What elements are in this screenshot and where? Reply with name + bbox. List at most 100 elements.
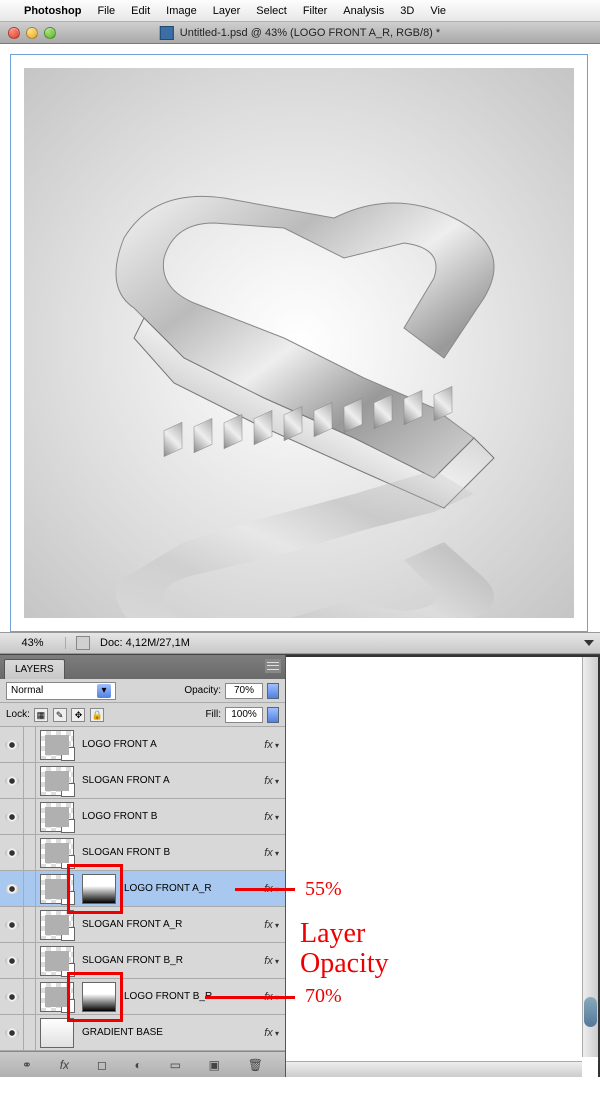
menu-analysis[interactable]: Analysis	[343, 5, 384, 17]
visibility-toggle[interactable]	[0, 799, 24, 834]
layer-thumb[interactable]	[40, 802, 74, 832]
menu-filter[interactable]: Filter	[303, 5, 327, 17]
visibility-toggle[interactable]	[0, 907, 24, 942]
layer-row[interactable]: LOGO FRONT A_Rfx	[0, 871, 285, 907]
layer-fx-indicator[interactable]: fx	[255, 1027, 285, 1039]
visibility-toggle[interactable]	[0, 763, 24, 798]
menu-image[interactable]: Image	[166, 5, 197, 17]
layer-fx-indicator[interactable]: fx	[255, 919, 285, 931]
eye-icon	[5, 884, 19, 894]
layer-name[interactable]: LOGO FRONT A_R	[120, 883, 255, 894]
layer-thumb[interactable]	[40, 910, 74, 940]
layer-name[interactable]: GRADIENT BASE	[78, 1027, 255, 1038]
opacity-slider-icon[interactable]	[267, 683, 279, 699]
menu-edit[interactable]: Edit	[131, 5, 150, 17]
status-menu-arrow-icon[interactable]	[584, 640, 594, 646]
vertical-scrollbar[interactable]	[582, 657, 598, 1057]
zoom-field[interactable]: 43%	[6, 637, 66, 649]
layer-thumb[interactable]	[40, 730, 74, 760]
visibility-toggle[interactable]	[0, 835, 24, 870]
visibility-toggle[interactable]	[0, 943, 24, 978]
layer-row[interactable]: SLOGAN FRONT Afx	[0, 763, 285, 799]
layer-thumb[interactable]	[40, 874, 74, 904]
layer-name[interactable]: LOGO FRONT A	[78, 739, 255, 750]
layer-name[interactable]: SLOGAN FRONT A_R	[78, 919, 255, 930]
delete-layer-icon[interactable]: 🗑	[248, 1058, 263, 1072]
visibility-toggle[interactable]	[0, 727, 24, 762]
layer-fx-indicator[interactable]: fx	[255, 955, 285, 967]
layer-thumb[interactable]	[40, 838, 74, 868]
layer-name[interactable]: LOGO FRONT B_R	[120, 991, 255, 1002]
layer-name[interactable]: SLOGAN FRONT B	[78, 847, 255, 858]
lock-position-icon[interactable]: ✥	[71, 708, 85, 722]
visibility-toggle[interactable]	[0, 871, 24, 906]
blend-mode-select[interactable]: Normal ▾	[6, 682, 116, 700]
layer-thumb[interactable]	[40, 982, 74, 1012]
lock-transparency-icon[interactable]: ▦	[34, 708, 48, 722]
new-group-icon[interactable]: ▭	[170, 1058, 181, 1072]
blend-row: Normal ▾ Opacity: 70%	[0, 679, 285, 703]
lock-all-icon[interactable]: 🔒	[90, 708, 104, 722]
layer-name[interactable]: SLOGAN FRONT A	[78, 775, 255, 786]
layer-thumb[interactable]	[40, 1018, 74, 1048]
layer-fx-indicator[interactable]: fx	[255, 775, 285, 787]
layer-row[interactable]: LOGO FRONT B_Rfx	[0, 979, 285, 1015]
menubar: Photoshop File Edit Image Layer Select F…	[0, 0, 600, 22]
link-column	[24, 799, 36, 834]
panel-tab-bar: LAYERS	[0, 655, 285, 679]
layer-thumb[interactable]	[40, 946, 74, 976]
canvas-area	[0, 44, 600, 632]
tab-layers[interactable]: LAYERS	[4, 659, 65, 679]
menu-file[interactable]: File	[97, 5, 115, 17]
eye-icon	[5, 740, 19, 750]
layer-style-icon[interactable]: fx	[60, 1058, 69, 1072]
layer-fx-indicator[interactable]: fx	[255, 991, 285, 1003]
layer-row[interactable]: SLOGAN FRONT B_Rfx	[0, 943, 285, 979]
app-menu[interactable]: Photoshop	[24, 5, 81, 17]
layer-row[interactable]: SLOGAN FRONT Bfx	[0, 835, 285, 871]
eye-icon	[5, 1028, 19, 1038]
horizontal-scrollbar[interactable]	[286, 1061, 582, 1077]
document-proxy-icon[interactable]	[160, 26, 174, 40]
layer-name[interactable]: SLOGAN FRONT B_R	[78, 955, 255, 966]
layer-row[interactable]: LOGO FRONT Bfx	[0, 799, 285, 835]
new-layer-icon[interactable]: ▣	[209, 1058, 220, 1072]
layer-row[interactable]: GRADIENT BASEfx	[0, 1015, 285, 1051]
layer-row[interactable]: SLOGAN FRONT A_Rfx	[0, 907, 285, 943]
link-column	[24, 835, 36, 870]
fill-slider-icon[interactable]	[267, 707, 279, 723]
link-layers-icon[interactable]: ⚭	[22, 1058, 32, 1072]
status-nav-icon[interactable]	[76, 636, 90, 650]
layer-fx-indicator[interactable]: fx	[255, 847, 285, 859]
scrollbar-thumb[interactable]	[584, 997, 597, 1027]
visibility-toggle[interactable]	[0, 979, 24, 1014]
layer-fx-indicator[interactable]: fx	[255, 883, 285, 895]
artwork-svg	[24, 68, 574, 618]
panel-menu-icon[interactable]	[265, 659, 281, 673]
document-canvas[interactable]	[10, 54, 588, 632]
eye-icon	[5, 776, 19, 786]
layer-fx-indicator[interactable]: fx	[255, 739, 285, 751]
close-button[interactable]	[8, 27, 20, 39]
menu-select[interactable]: Select	[256, 5, 287, 17]
layer-mask-thumb[interactable]	[82, 982, 116, 1012]
visibility-toggle[interactable]	[0, 1015, 24, 1050]
layer-thumb[interactable]	[40, 766, 74, 796]
lock-pixels-icon[interactable]: ✎	[53, 708, 67, 722]
layer-row[interactable]: LOGO FRONT Afx	[0, 727, 285, 763]
adjustment-layer-icon[interactable]: ◐	[135, 1058, 142, 1072]
menu-3d[interactable]: 3D	[400, 5, 414, 17]
minimize-button[interactable]	[26, 27, 38, 39]
layer-mask-icon[interactable]: ◻	[97, 1058, 107, 1072]
fill-field[interactable]: 100%	[225, 707, 263, 723]
layer-mask-thumb[interactable]	[82, 874, 116, 904]
traffic-lights	[0, 27, 56, 39]
bottom-area: LAYERS Normal ▾ Opacity: 70% Lock: ▦ ✎ ✥…	[0, 654, 600, 1077]
layer-fx-indicator[interactable]: fx	[255, 811, 285, 823]
opacity-field[interactable]: 70%	[225, 683, 263, 699]
layer-name[interactable]: LOGO FRONT B	[78, 811, 255, 822]
menu-layer[interactable]: Layer	[213, 5, 241, 17]
zoom-button[interactable]	[44, 27, 56, 39]
menu-view[interactable]: Vie	[430, 5, 446, 17]
lock-row: Lock: ▦ ✎ ✥ 🔒 Fill: 100%	[0, 703, 285, 727]
